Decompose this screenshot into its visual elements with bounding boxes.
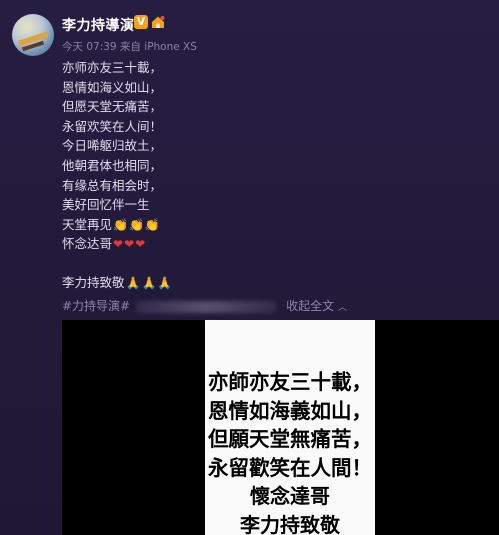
image-text-line: 但願天堂無痛苦， (208, 427, 372, 451)
clap-emoji-icon: 👏 (128, 217, 144, 232)
chevron-up-icon: ︿ (337, 303, 347, 313)
user-avatar[interactable] (12, 14, 54, 56)
post-line-text: 怀念达哥 (62, 236, 113, 252)
post-content: 亦师亦友三十載， 恩情如海义如山， 但愿天堂无痛苦， 永留欢笑在人间！ 今日唏躯… (62, 58, 462, 293)
hashtag-link[interactable]: #力持导演# (62, 299, 130, 313)
post-image[interactable]: 亦師亦友三十載， 恩情如海義如山， 但願天堂無痛苦， 永留歡笑在人間！ 懷念達哥… (62, 320, 499, 535)
clap-emoji-icon: 👏 (113, 217, 128, 232)
post-line-with-emoji: 怀念达哥❤❤❤ (62, 234, 462, 254)
image-text-line: 恩情如海義如山， (208, 398, 372, 423)
post-line: 恩情如海义如山， (62, 79, 163, 95)
post-line: 美好回忆伴一生 (62, 197, 150, 213)
image-text-line: 李力持致敬 (240, 512, 340, 535)
image-text-line: 懷念達哥 (250, 484, 330, 508)
post-signature-line: 李力持致敬🙏🙏🙏 (62, 273, 462, 293)
verified-badge-icon: V (134, 15, 148, 29)
heart-emoji-icon: ❤ (113, 237, 124, 252)
post-line: 他朝君体也相同， (62, 157, 163, 173)
post-line-text: 天堂再见 (62, 216, 113, 232)
pray-emoji-icon: 🙏 (141, 275, 157, 290)
memorial-image-card: 亦師亦友三十載， 恩情如海義如山， 但願天堂無痛苦， 永留歡笑在人間！ 懷念達哥… (205, 320, 375, 535)
pray-emoji-icon: 🙏 (157, 275, 173, 290)
post-line: 永留欢笑在人间！ (62, 118, 163, 134)
collapse-label: 收起全文 (286, 299, 335, 313)
post-line: 今日唏躯归故土， (62, 138, 163, 154)
image-text-block: 亦師亦友三十載， 恩情如海義如山， 但願天堂無痛苦， 永留歡笑在人間！ 懷念達哥… (205, 368, 375, 535)
blurred-mention (136, 300, 277, 313)
post-line: 但愿天堂无痛苦， (62, 99, 163, 115)
image-text-line: 永留歡笑在人間！ (208, 455, 372, 480)
post-meta: 今天 07:39 来自 iPhone XS (62, 41, 197, 53)
weibo-post: 李力持導演 V 今天 07:39 来自 iPhone XS 亦师亦友三十載， 恩… (0, 0, 499, 535)
pray-emoji-icon: 🙏 (125, 275, 141, 290)
heart-emoji-icon: ❤ (135, 237, 146, 252)
post-line-with-emoji: 天堂再见👏👏👏 (62, 215, 462, 235)
post-line: 亦师亦友三十載， (62, 60, 163, 75)
hashtag-row: #力持导演# 收起全文 ︿ (62, 297, 347, 315)
heart-emoji-icon: ❤ (124, 237, 135, 252)
post-line: 有缘总有相会时， (62, 177, 163, 193)
username[interactable]: 李力持導演 (62, 15, 135, 35)
collapse-button[interactable]: 收起全文 ︿ (286, 299, 347, 313)
post-signature: 李力持致敬 (62, 274, 125, 290)
image-text-line: 亦師亦友三十載， (208, 370, 372, 394)
clap-emoji-icon: 👏 (144, 217, 160, 232)
vip-house-icon (152, 16, 165, 28)
